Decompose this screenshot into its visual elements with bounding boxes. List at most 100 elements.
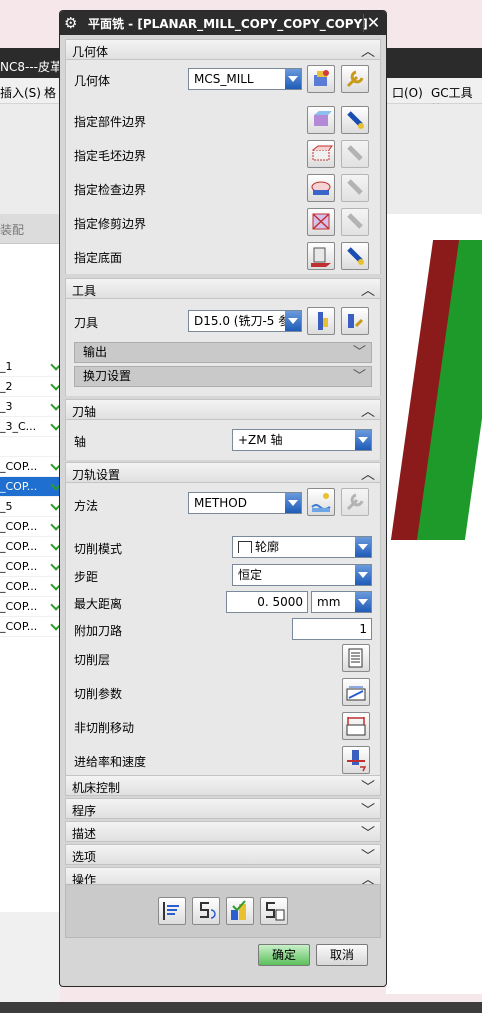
navigator-row[interactable]: _COP... [0, 577, 62, 597]
navigator-row[interactable]: _COP... [0, 557, 62, 577]
extra-paths-input[interactable]: 1 [292, 618, 372, 640]
cut-mode-select[interactable]: 轮廓 [232, 536, 372, 558]
replay-toolpath-button[interactable] [192, 897, 220, 925]
check-boundary-button[interactable] [307, 174, 335, 202]
geometry-select[interactable]: MCS_MILL [188, 68, 302, 90]
method-label: 方法 [74, 499, 99, 513]
navigator-row-label: _COP... [0, 480, 38, 493]
axis-label: 轴 [74, 435, 87, 449]
section-path-settings[interactable]: 刀轨设置 ︿ [65, 462, 381, 483]
navigator-row[interactable] [0, 437, 60, 457]
blank-boundary-button[interactable] [307, 140, 335, 168]
close-button[interactable]: ✕ [363, 14, 383, 32]
gear-icon: ⚙ [64, 14, 78, 32]
edit-method-button[interactable] [341, 488, 369, 516]
display-floor-plane-button[interactable] [341, 242, 369, 270]
section-options-title: 选项 [72, 850, 97, 864]
verify-toolpath-button[interactable] [226, 897, 254, 925]
navigator-row-label: _COP... [0, 620, 38, 633]
nav-tab-label: 装配 [0, 223, 25, 237]
navigator-row[interactable]: _COP... [0, 477, 62, 497]
menu-insert[interactable]: 插入(S) [0, 84, 41, 101]
section-program-title: 程序 [72, 804, 97, 818]
display-check-boundary-button[interactable] [341, 174, 369, 202]
tool-value: D15.0 (铣刀-5 参 [194, 314, 291, 328]
display-part-boundary-button[interactable] [341, 106, 369, 134]
section-description[interactable]: 描述 ﹀ [65, 821, 381, 842]
feeds-speeds-button[interactable] [342, 746, 370, 774]
navigator-row[interactable]: _2 [0, 377, 62, 397]
nav-tab[interactable]: 装配 [0, 214, 60, 244]
navigator-row[interactable]: _3 [0, 397, 62, 417]
navigator-row[interactable]: _COP... [0, 597, 62, 617]
tool-change-subsection[interactable]: 换刀设置 ﹀ [74, 366, 372, 387]
section-options[interactable]: 选项 ﹀ [65, 844, 381, 865]
new-method-button[interactable] [307, 488, 335, 516]
edit-tool-button[interactable] [341, 307, 369, 335]
navigator-row[interactable]: _COP... [0, 537, 62, 557]
chevron-down-icon: ﹀ [361, 826, 375, 842]
list-toolpath-button[interactable] [260, 897, 288, 925]
navigator-row-label: _COP... [0, 540, 38, 553]
extra-paths-label: 附加刀路 [74, 624, 123, 638]
contour-icon [238, 541, 252, 553]
navigator-row[interactable]: _COP... [0, 617, 62, 637]
generate-toolpath-button[interactable] [158, 897, 186, 925]
method-select[interactable]: METHOD [188, 492, 302, 514]
chevron-up-icon: ︿ [361, 404, 375, 420]
new-tool-button[interactable] [307, 307, 335, 335]
stepover-label: 步距 [74, 570, 99, 584]
lower-toolbar [0, 912, 60, 1002]
section-path-body: 方法 METHOD 切削模式 轮廓 步距 恒定 最大距离 0. 5000 mm … [65, 483, 381, 775]
navigator-row-label: _COP... [0, 600, 38, 613]
section-geometry[interactable]: 几何体 ︿ [65, 39, 381, 60]
tool-label: 刀具 [74, 316, 99, 330]
method-value: METHOD [194, 496, 247, 510]
max-distance-unit-select[interactable]: mm [311, 591, 372, 613]
edit-geometry-button[interactable] [341, 65, 369, 93]
chevron-up-icon: ︿ [361, 467, 375, 483]
display-trim-boundary-button[interactable] [341, 208, 369, 236]
ok-button[interactable]: 确定 [258, 944, 310, 966]
max-distance-value: 0. 5000 [257, 595, 303, 609]
cut-levels-button[interactable] [342, 644, 370, 672]
navigator-row[interactable]: _COP... [0, 457, 62, 477]
navigator-row[interactable]: _5 [0, 497, 62, 517]
display-blank-boundary-button[interactable] [341, 140, 369, 168]
max-distance-unit: mm [317, 595, 341, 609]
tool-select[interactable]: D15.0 (铣刀-5 参 [188, 310, 302, 332]
cut-params-button[interactable] [342, 678, 370, 706]
graphics-view[interactable] [386, 214, 482, 994]
stepover-select[interactable]: 恒定 [232, 564, 372, 586]
part-boundary-button[interactable] [307, 106, 335, 134]
floor-plane-label: 指定底面 [74, 251, 123, 265]
section-axis[interactable]: 刀轴 ︿ [65, 399, 381, 420]
section-tool[interactable]: 工具 ︿ [65, 278, 381, 299]
section-program[interactable]: 程序 ﹀ [65, 798, 381, 819]
chevron-down-icon [355, 592, 371, 612]
cancel-button[interactable]: 取消 [316, 944, 368, 966]
blank-boundary-label: 指定毛坯边界 [74, 149, 147, 163]
max-distance-input[interactable]: 0. 5000 [226, 591, 308, 613]
output-label: 输出 [83, 345, 108, 359]
navigator-row[interactable]: _1 [0, 357, 62, 377]
new-geometry-button[interactable] [307, 65, 335, 93]
navigator-row[interactable]: _3_C... [0, 417, 62, 437]
cut-params-label: 切削参数 [74, 687, 123, 701]
navigator-row-label: _5 [0, 500, 13, 513]
chevron-down-icon: ﹀ [361, 780, 375, 796]
menu-format[interactable]: 格 [44, 84, 56, 101]
output-subsection[interactable]: 输出 ﹀ [74, 342, 372, 363]
navigator-row[interactable]: _COP... [0, 517, 62, 537]
operation-navigator: _1 _2 _3 _3_C... _COP... _COP... _5 _COP... _COP… [0, 244, 62, 944]
floor-plane-button[interactable] [307, 242, 335, 270]
trim-boundary-button[interactable] [307, 208, 335, 236]
chevron-down-icon [355, 430, 371, 450]
navigator-row-label: _2 [0, 380, 13, 393]
section-tool-title: 工具 [72, 284, 97, 298]
section-machine-control[interactable]: 机床控制 ﹀ [65, 775, 381, 796]
axis-select[interactable]: +ZM 轴 [232, 429, 372, 451]
non-cutting-moves-button[interactable] [342, 712, 370, 740]
menu-window[interactable]: 口(O) [392, 84, 423, 101]
axis-value: +ZM 轴 [238, 433, 283, 447]
